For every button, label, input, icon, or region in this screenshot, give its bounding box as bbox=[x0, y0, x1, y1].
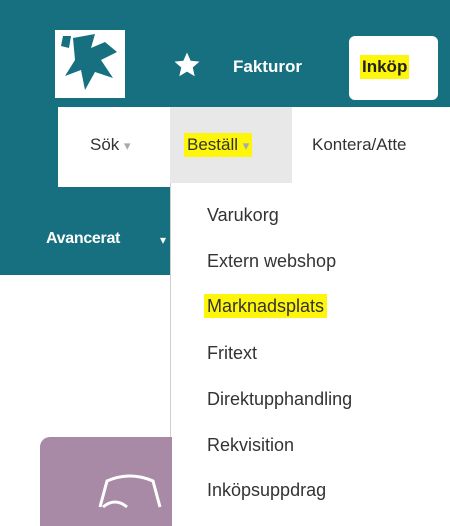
menu-item-label: Marknadsplats bbox=[204, 294, 328, 318]
menu-item-inkopsuppdrag[interactable]: Inköpsuppdrag bbox=[207, 480, 326, 501]
glasses-icon bbox=[98, 474, 162, 509]
menu-item-rekvisition[interactable]: Rekvisition bbox=[207, 435, 294, 456]
menu-item-varukorg[interactable]: Varukorg bbox=[207, 205, 279, 226]
bestall-dropdown-menu: Varukorg Extern webshop Marknadsplats Fr… bbox=[170, 183, 450, 526]
nav-tab-inkop[interactable]: Inköp bbox=[349, 36, 438, 100]
subnav-item-kontera-atteste[interactable]: Kontera/Atte bbox=[312, 135, 407, 155]
subnav-item-label-text: Beställ bbox=[187, 135, 239, 154]
menu-item-direktupphandling[interactable]: Direktupphandling bbox=[207, 389, 352, 410]
subnav-item-bestall[interactable]: Beställ ▾ bbox=[170, 107, 292, 187]
subnav-item-label: Beställ ▾ bbox=[184, 133, 253, 157]
chevron-down-icon: ▾ bbox=[124, 138, 131, 153]
shortcut-card[interactable] bbox=[40, 437, 172, 526]
subnav-item-sok[interactable]: Sök ▾ bbox=[90, 135, 131, 155]
nav-tab-inkop-label: Inköp bbox=[360, 55, 410, 79]
sub-navigation-bar: Sök ▾ Beställ ▾ Kontera/Atte bbox=[58, 107, 450, 187]
logo-icon[interactable] bbox=[55, 30, 125, 98]
menu-item-extern-webshop[interactable]: Extern webshop bbox=[207, 251, 336, 272]
menu-item-fritext[interactable]: Fritext bbox=[207, 343, 257, 364]
menu-item-marknadsplats[interactable]: Marknadsplats bbox=[204, 294, 328, 318]
chevron-down-icon: ▾ bbox=[242, 138, 250, 153]
chevron-down-icon: ▾ bbox=[160, 233, 167, 247]
star-icon[interactable] bbox=[172, 50, 202, 80]
subnav-item-label: Sök bbox=[90, 135, 120, 154]
nav-link-avancerat[interactable]: Avancerat bbox=[46, 230, 120, 248]
nav-link-fakturor[interactable]: Fakturor bbox=[233, 57, 302, 77]
